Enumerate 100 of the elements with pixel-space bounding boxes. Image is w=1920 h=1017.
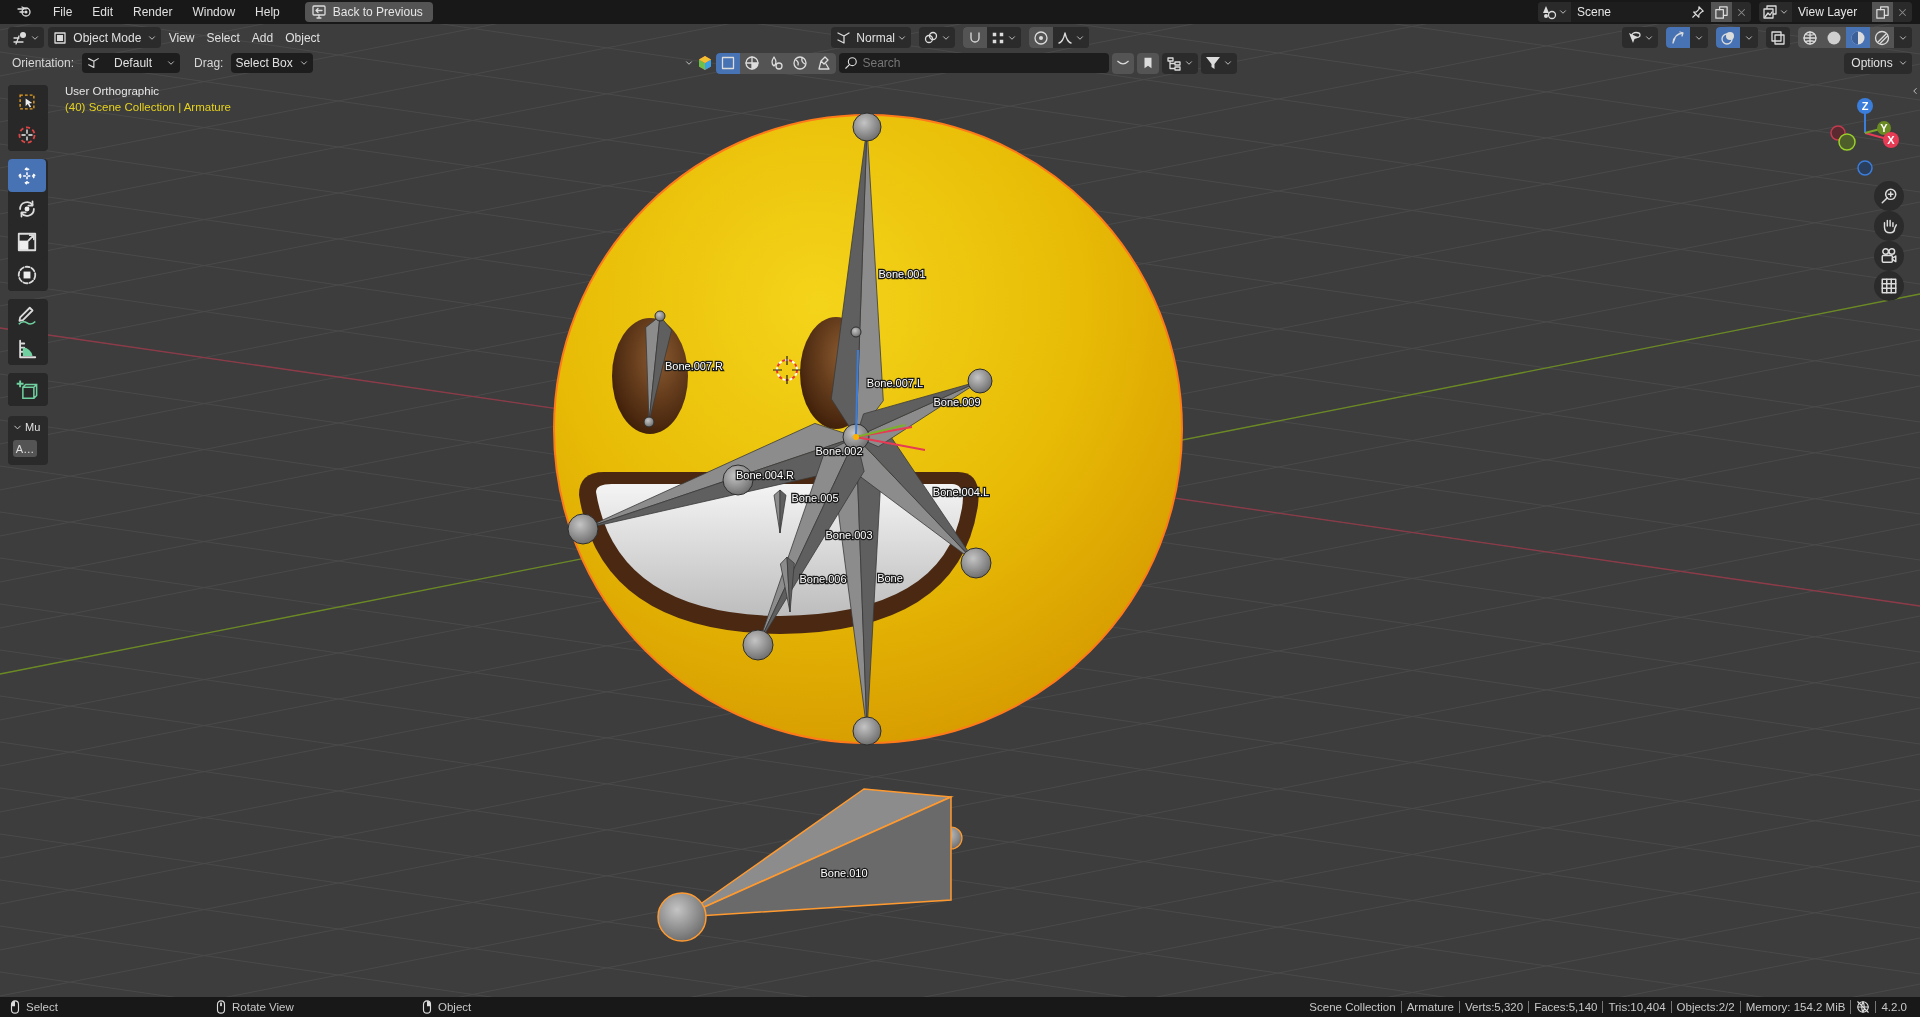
menu-item[interactable]: Help: [246, 2, 289, 22]
copy-icon: [1875, 4, 1890, 20]
overlays-toggle[interactable]: [1716, 27, 1740, 48]
bone-label: Bone.002: [815, 445, 863, 457]
shading-mode-button[interactable]: [1822, 27, 1846, 48]
menu-item[interactable]: File: [44, 2, 82, 22]
mode-dropdown[interactable]: Object Mode: [48, 27, 161, 48]
axis-ball[interactable]: [1857, 160, 1873, 176]
xray-icon: [1770, 29, 1786, 46]
ruler-icon: [16, 337, 38, 360]
zoom-button[interactable]: [1874, 181, 1904, 211]
options-dropdown[interactable]: Options: [1843, 52, 1912, 74]
menu-item[interactable]: Render: [124, 2, 182, 22]
projection-toggle-button[interactable]: [1874, 271, 1904, 301]
hierarchy-button[interactable]: [1161, 52, 1198, 74]
gizmo-icon: [1670, 29, 1686, 46]
hint-text: Select: [26, 1001, 58, 1013]
caret-icon: [683, 58, 694, 68]
x-axis-label: X: [1887, 134, 1895, 146]
gizmo-toggle[interactable]: [1666, 27, 1690, 48]
menu-item[interactable]: Add: [247, 27, 278, 48]
monitor-arrow-icon: [310, 4, 327, 20]
proportional-editing-toggle[interactable]: [1029, 27, 1053, 48]
panel-header[interactable]: Mu: [8, 420, 48, 434]
filter-toggle[interactable]: [715, 52, 740, 74]
brush-icon: [815, 55, 832, 71]
back-to-previous-button[interactable]: Back to Previous: [304, 2, 433, 22]
pan-button[interactable]: [1874, 211, 1904, 241]
menu-item[interactable]: Window: [183, 2, 245, 22]
orientation-dropdown[interactable]: Default: [82, 53, 181, 73]
drag-dropdown[interactable]: Select Box: [231, 53, 313, 73]
rendered-sphere-icon: [1874, 29, 1890, 46]
curve-button[interactable]: [1111, 52, 1134, 74]
menu-item[interactable]: Object: [281, 27, 324, 48]
globe-icon: [791, 55, 808, 71]
mouse-icon: [214, 999, 228, 1015]
scale-icon: [16, 230, 38, 253]
funnel-icon: [1204, 55, 1221, 71]
view-layer-name-field[interactable]: View Layer: [1792, 2, 1872, 22]
scene-icon: [1541, 4, 1557, 20]
mouse-icon: [420, 999, 434, 1015]
stat-text: Tris:10,404: [1602, 1001, 1671, 1013]
orientation-label: Orientation:: [12, 56, 75, 70]
z-axis-label: Z: [1861, 100, 1869, 112]
image-stack-icon: [1762, 4, 1778, 20]
object-mode-icon: [52, 29, 68, 46]
stat-text: Memory: 154.2 MiB: [1739, 1001, 1851, 1013]
snap-toggle[interactable]: [963, 27, 987, 48]
filter-button[interactable]: [1200, 52, 1237, 74]
proportional-icon: [1033, 29, 1049, 46]
zoom-icon: [1880, 187, 1898, 205]
bone-label: Bone: [877, 572, 903, 584]
filter-toggle[interactable]: [739, 52, 764, 74]
square-icon: [719, 55, 736, 71]
xray-toggle[interactable]: [1766, 27, 1790, 48]
axes-icon: [86, 56, 101, 70]
new-scene-button[interactable]: [1711, 2, 1732, 22]
caret-icon: [1898, 58, 1908, 68]
caret-icon: [1558, 7, 1568, 17]
search-field[interactable]: Search: [838, 53, 1109, 73]
transform-icon: [16, 263, 38, 286]
add-cube-icon: [16, 378, 38, 401]
move-icon: [16, 164, 38, 187]
wireframe-sphere-icon: [1802, 29, 1818, 46]
search-icon: [843, 56, 858, 70]
transform-orientation-dropdown[interactable]: Normal: [831, 27, 911, 48]
color-cube-icon: [696, 55, 713, 71]
stat-text: Faces:5,140: [1528, 1001, 1603, 1013]
selectability-button[interactable]: [1622, 27, 1658, 48]
pin-icon: [1691, 5, 1705, 19]
shading-mode-button[interactable]: [1846, 27, 1870, 48]
editor-type-button[interactable]: [8, 27, 44, 48]
new-view-layer-button[interactable]: [1872, 2, 1893, 22]
caret-icon: [1183, 58, 1194, 68]
menu-item[interactable]: Select: [202, 27, 244, 48]
mouse-icon: [8, 999, 22, 1015]
y-axis-label: Y: [1880, 122, 1888, 134]
stat-text: Objects:2/2: [1670, 1001, 1740, 1013]
menu-item[interactable]: Edit: [83, 2, 123, 22]
overlay-icon: [1720, 29, 1736, 46]
scene-name-field[interactable]: Scene: [1571, 2, 1711, 22]
pivot-point-button[interactable]: [919, 27, 955, 48]
navigation-gizmo[interactable]: Z Y X: [1814, 85, 1910, 181]
bone-label: Bone.001: [878, 268, 926, 280]
filter-toggle[interactable]: [811, 52, 836, 74]
panel-button[interactable]: A…: [13, 440, 37, 457]
hint-text: Rotate View: [232, 1001, 294, 1013]
bone-label: Bone.004.R: [735, 469, 795, 481]
bone-label: Bone.007.L: [866, 377, 924, 389]
copy-icon: [1714, 4, 1729, 20]
drag-label: Drag:: [194, 56, 224, 70]
camera-icon: [1880, 247, 1898, 265]
shading-mode-button[interactable]: [1870, 27, 1894, 48]
camera-view-button[interactable]: [1874, 241, 1904, 271]
bookmark-button[interactable]: [1136, 52, 1159, 74]
stat-text: Scene Collection: [1308, 1001, 1397, 1013]
axis-ball[interactable]: [1838, 133, 1856, 151]
menu-item[interactable]: View: [164, 27, 199, 48]
shading-mode-button[interactable]: [1798, 27, 1822, 48]
network-off-icon: [1856, 1000, 1871, 1014]
